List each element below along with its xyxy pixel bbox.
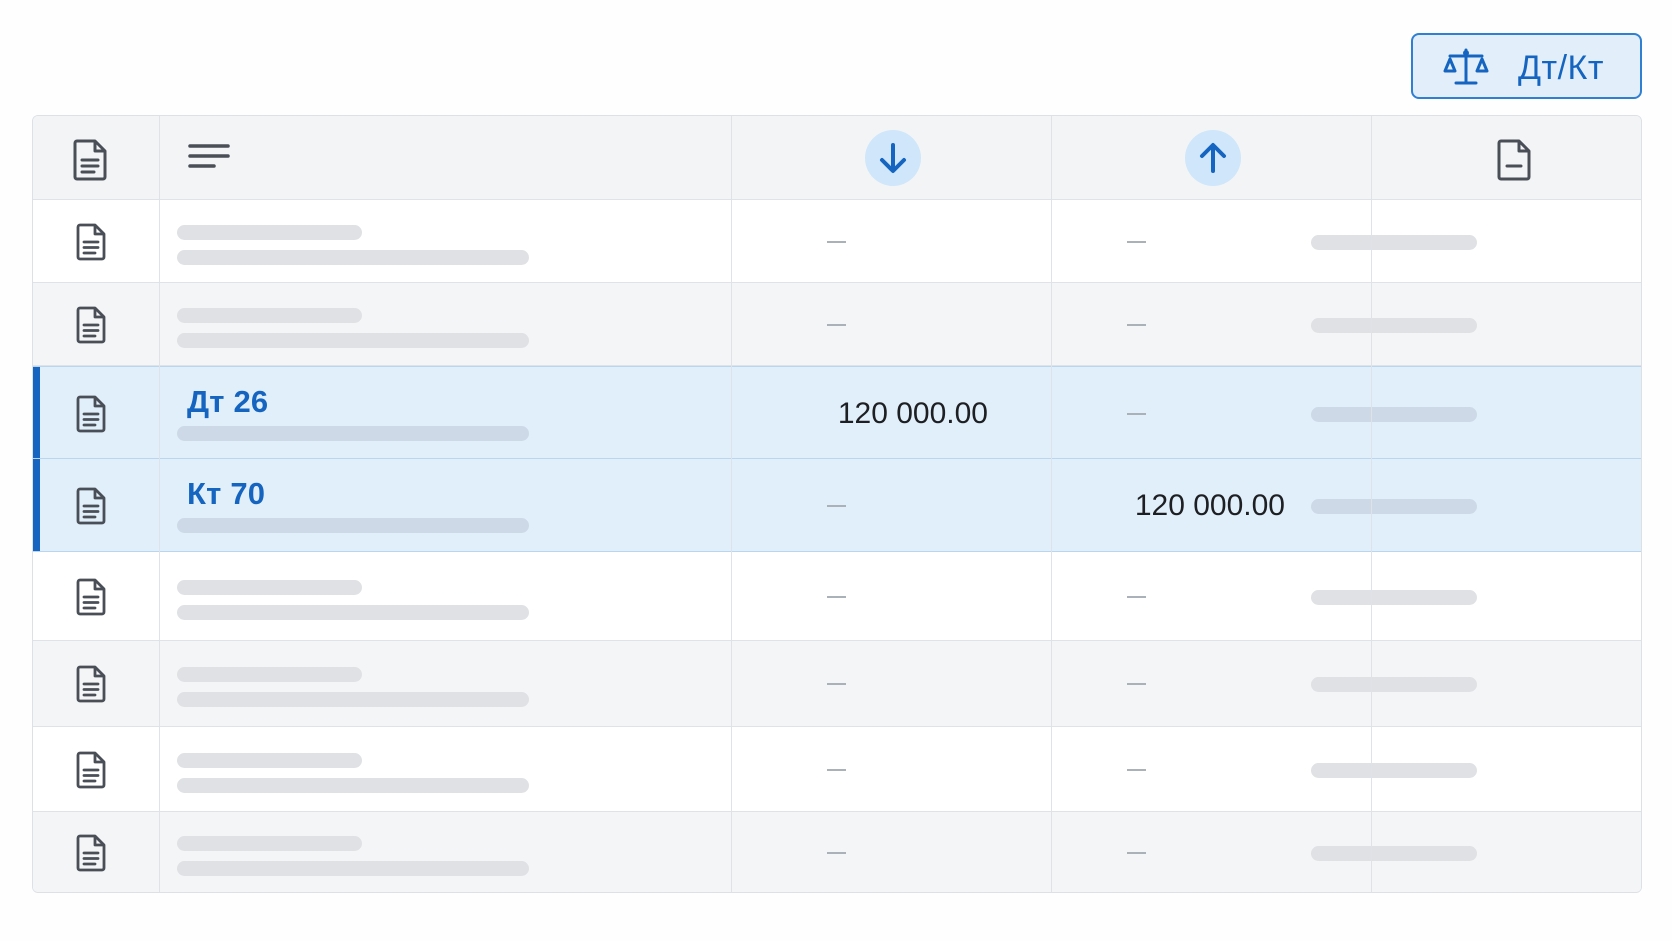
document-placeholder [1311,234,1477,250]
credit-empty-dash [1127,240,1146,243]
credit-empty-dash [1127,323,1146,326]
credit-empty-dash [1127,412,1146,415]
table-row[interactable] [33,812,1641,892]
account-label: Дт 26 [187,383,269,419]
description-placeholder [177,249,529,265]
selected-entry-row[interactable]: Кт 70 120 000.00 [33,459,1641,552]
description-placeholder [177,517,529,533]
description-placeholder [177,692,529,707]
toggle-label: Дт/Кт [1518,49,1604,87]
title-placeholder [177,836,362,851]
table-row[interactable] [33,283,1641,366]
document-placeholder [1311,406,1477,422]
table-header [33,116,1641,200]
debit-empty-dash [827,323,846,326]
selected-entry-row[interactable]: Дт 26 120 000.00 [33,366,1641,459]
description-placeholder [177,777,529,793]
description-placeholder [177,604,529,620]
account-label: Кт 70 [187,475,266,511]
credit-empty-dash [1127,852,1146,854]
table-row[interactable] [33,200,1641,283]
selection-indicator [33,367,40,458]
title-placeholder [177,667,362,682]
debit-empty-dash [827,768,846,771]
document-icon [75,487,109,530]
table-row[interactable] [33,552,1641,641]
document-icon [75,665,109,708]
credit-empty-dash [1127,683,1146,685]
debit-empty-dash [827,595,846,598]
document-icon [73,139,107,181]
title-placeholder [177,579,362,595]
document-placeholder [1311,498,1477,514]
document-minus-icon [1497,139,1531,181]
table-row[interactable] [33,641,1641,727]
debit-amount: 120 000.00 [837,396,988,430]
arrow-up-icon [1200,143,1226,173]
debit-sort-button[interactable] [865,130,921,186]
document-icon [75,306,109,349]
debit-empty-dash [827,683,846,685]
document-placeholder [1311,317,1477,333]
document-icon [75,223,109,266]
document-placeholder [1311,762,1477,778]
selection-indicator [33,459,40,551]
debit-empty-dash [827,504,846,507]
credit-amount: 120 000.00 [1134,488,1285,522]
table-row[interactable] [33,727,1641,812]
description-placeholder [177,425,529,441]
document-icon [75,578,109,621]
document-placeholder [1311,589,1477,605]
debit-credit-toggle-button[interactable]: Дт/Кт [1411,33,1642,99]
document-icon [75,751,109,794]
description-placeholder [177,332,529,348]
debit-empty-dash [827,240,846,243]
title-placeholder [177,307,362,323]
debit-empty-dash [827,852,846,854]
credit-empty-dash [1127,768,1146,771]
credit-sort-button[interactable] [1185,130,1241,186]
arrow-down-icon [880,143,906,173]
document-icon [75,834,109,877]
lines-icon [188,144,230,168]
document-icon [75,395,109,438]
document-placeholder [1311,677,1477,692]
entries-table: Дт 26 120 000.00 Кт 70 120 000.00 [32,115,1642,893]
title-placeholder [177,224,362,240]
description-placeholder [177,861,529,876]
document-placeholder [1311,846,1477,861]
credit-empty-dash [1127,595,1146,598]
title-placeholder [177,752,362,768]
scales-icon [1443,48,1489,85]
